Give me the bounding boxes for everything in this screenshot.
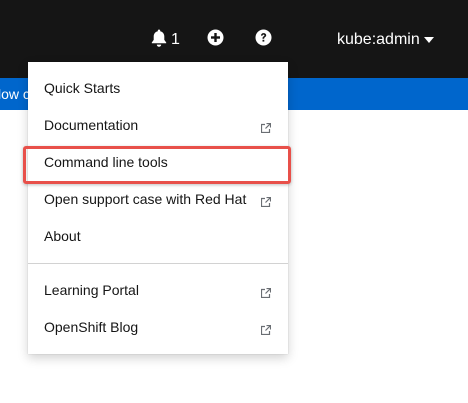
help-button[interactable] [255, 29, 272, 51]
menu-divider [28, 263, 288, 264]
help-dropdown-menu: Quick Starts Documentation Command line … [28, 62, 288, 354]
menu-item-documentation[interactable]: Documentation [44, 113, 274, 137]
user-name: kube:admin [337, 31, 420, 48]
external-link-icon [260, 120, 272, 134]
menu-item-label: Learning Portal [44, 282, 139, 298]
menu-item-label: Documentation [44, 117, 139, 133]
menu-item-openshift-blog[interactable]: OpenShift Blog [44, 315, 274, 339]
menu-item-label: About [44, 228, 81, 244]
user-menu-toggle[interactable]: kube:admin [337, 30, 434, 50]
notification-count: 1 [171, 31, 180, 48]
menu-item-label: OpenShift Blog [44, 319, 139, 335]
bell-icon [151, 29, 167, 52]
import-button[interactable] [207, 29, 224, 51]
external-link-icon [260, 285, 272, 299]
menu-item-label: Open support case with Red Hat [44, 191, 247, 207]
menu-item-learning-portal[interactable]: Learning Portal [44, 278, 274, 302]
highlight-box [23, 146, 291, 184]
external-link-icon [260, 194, 272, 208]
menu-item-about[interactable]: About [44, 224, 274, 248]
question-circle-icon [255, 29, 272, 51]
menu-item-quick-starts[interactable]: Quick Starts [44, 76, 274, 100]
menu-item-open-support-case[interactable]: Open support case with Red Hat [44, 187, 274, 211]
plus-circle-icon [207, 29, 224, 51]
menu-item-label: Quick Starts [44, 80, 121, 96]
external-link-icon [260, 322, 272, 336]
notifications-button[interactable]: 1 [151, 29, 180, 51]
banner-text: low c [0, 86, 30, 102]
caret-down-icon [423, 37, 434, 43]
